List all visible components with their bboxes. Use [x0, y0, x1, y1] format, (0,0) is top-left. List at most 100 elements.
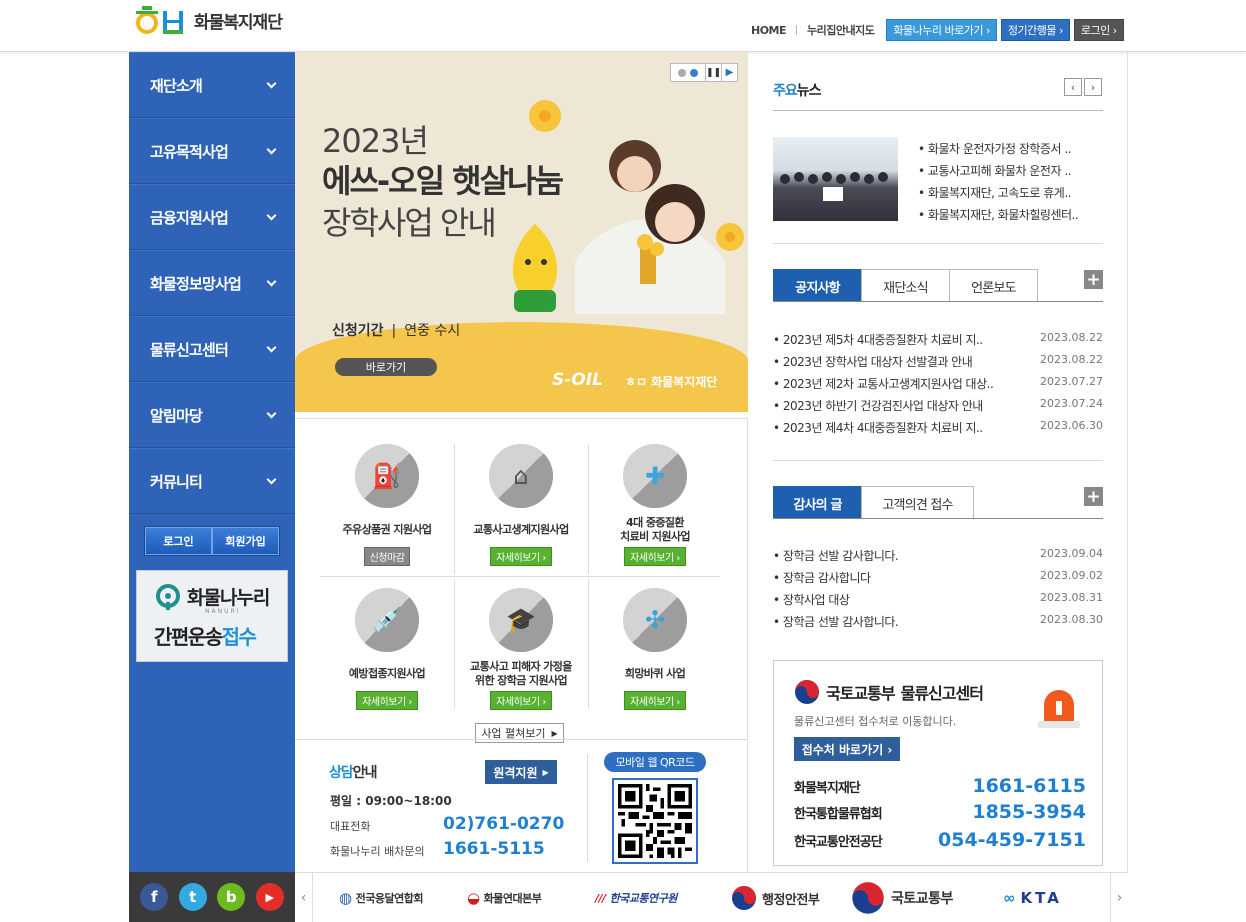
notice-row[interactable]: • 2023년 제2차 교통사고생계지원사업 대상.. 2023.07.27	[773, 375, 1103, 392]
sidebar-item-finance[interactable]: 금융지원사업	[129, 184, 295, 250]
nanuri-caption-accent: 접수	[221, 625, 257, 649]
business-item-accident-living[interactable]: ⌂ 교통사고생계지원사업 자세히보기 ›	[454, 444, 588, 577]
tab-press[interactable]: 언론보도	[949, 269, 1038, 302]
news-photo[interactable]	[773, 137, 898, 221]
partner-logo[interactable]: 행정안전부	[731, 881, 820, 915]
thanks-row[interactable]: • 장학금 선발 감사합니다. 2023.08.30	[773, 613, 1103, 630]
sidebar-item-label: 화물정보망사업	[150, 274, 242, 293]
notice-row[interactable]: • 2023년 하반기 건강검진사업 대상자 안내 2023.07.24	[773, 397, 1103, 414]
facebook-icon[interactable]: f	[140, 883, 169, 911]
flower-icon	[716, 223, 744, 251]
details-button[interactable]: 자세히보기 ›	[624, 547, 686, 566]
sidebar-item-community[interactable]: 커뮤니티	[129, 448, 295, 514]
qr-code-icon	[612, 778, 698, 864]
details-button[interactable]: 자세히보기 ›	[490, 547, 552, 566]
banner-go-button[interactable]: 바로가기	[335, 358, 437, 376]
thanks-row[interactable]: • 장학금 선발 감사합니다. 2023.09.04	[773, 547, 1103, 564]
sidebar-item-purpose-business[interactable]: 고유목적사업	[129, 118, 295, 184]
partner-logo-icon: ∞	[1003, 889, 1019, 907]
banner-dot-1[interactable]	[678, 68, 686, 77]
business-item-scholarship[interactable]: 🎓 교통사고 피해자 가정을 위한 장학금 지원사업 자세히보기 ›	[454, 588, 588, 721]
partner-logo-text: KTA	[1020, 889, 1062, 907]
partner-logo[interactable]: 국토교통부	[851, 881, 953, 915]
partner-logo-icon: ◍	[339, 889, 352, 907]
twitter-icon[interactable]: t	[178, 883, 207, 911]
notice-row[interactable]: • 2023년 장학사업 대상자 선발결과 안내 2023.08.22	[773, 353, 1103, 370]
sidebar-item-notice[interactable]: 알림마당	[129, 382, 295, 448]
nanuri-shortcut-button[interactable]: 화물나누리 바로가기 ›	[886, 19, 997, 41]
youtube-icon[interactable]: ▶	[255, 883, 284, 911]
news-next-icon[interactable]: ›	[1084, 78, 1102, 96]
nanuri-logo-icon	[156, 583, 180, 610]
join-button[interactable]: 회원가입	[212, 527, 279, 555]
nanuri-banner[interactable]: 화물나누리 NANURI 간편운송접수	[136, 570, 288, 662]
notice-underline	[773, 301, 1103, 302]
tab-foundation-news[interactable]: 재단소식	[861, 269, 950, 302]
partner-logo[interactable]: ∞ KTA	[1003, 881, 1062, 915]
closed-button[interactable]: 신청마감	[363, 547, 411, 566]
partner-logo[interactable]: ◍ 전국응달연합회	[339, 881, 423, 915]
news-item[interactable]: • 화물복지재단, 고속도로 휴게..	[918, 184, 1071, 201]
main-banner[interactable]: ❚❚ ▶ 2023년 에쓰-오일 햇살나눔 장학사업 안내 신청기간 | 연중 수시…	[295, 52, 748, 412]
partner-prev-icon[interactable]: ‹	[295, 873, 313, 922]
site-logo[interactable]: 화물복지재단	[132, 4, 283, 36]
consult-hours: 평일 : 09:00~18:00	[330, 794, 452, 808]
news-prev-icon[interactable]: ‹	[1064, 78, 1082, 96]
banner-dot-2[interactable]	[690, 68, 698, 77]
notice-date: 2023.07.24	[1040, 397, 1103, 410]
partner-logo[interactable]: ◒ 화물연대본부	[467, 881, 542, 915]
notice-more-icon[interactable]: +	[1084, 270, 1103, 290]
business-item-hope-wheel[interactable]: ✣ 희망바퀴 사업 자세히보기 ›	[588, 588, 722, 721]
soil-logo: S-OIL	[552, 370, 603, 390]
logo-mark-icon: ㅎㅁ	[625, 375, 648, 389]
period-value: 연중 수시	[404, 323, 461, 339]
banner-controls: ❚❚ ▶	[670, 63, 738, 82]
partner-next-icon[interactable]: ›	[1110, 873, 1128, 922]
business-item-disease-treatment[interactable]: ✚ 4대 중증질환 치료비 지원사업 자세히보기 ›	[588, 444, 722, 577]
thanks-more-icon[interactable]: +	[1084, 487, 1103, 507]
notice-row[interactable]: • 2023년 제5차 4대중증질환자 치료비 지.. 2023.08.22	[773, 331, 1103, 348]
news-title-accent: 주요	[773, 83, 798, 99]
business-item-fuel-voucher[interactable]: ⛽ 주유상품권 지원사업 신청마감	[320, 444, 454, 577]
play-icon[interactable]: ▶	[722, 63, 738, 82]
home-link[interactable]: HOME	[751, 24, 787, 37]
pause-icon[interactable]: ❚❚	[706, 63, 722, 82]
partner-logo[interactable]: ///한국교통연구원	[595, 881, 677, 915]
tab-customer-opinion[interactable]: 고객의견 접수	[861, 486, 974, 519]
business-item-vaccination[interactable]: 💉 예방접종지원사업 자세히보기 ›	[320, 588, 454, 721]
sidebar-item-report-center[interactable]: 물류신고센터	[129, 316, 295, 382]
thanks-row[interactable]: • 장학금 감사합니다 2023.09.02	[773, 569, 1103, 586]
sitemap-link[interactable]: 누리집안내지도	[807, 22, 875, 38]
banner-pagination[interactable]	[670, 63, 706, 82]
thanks-title: • 장학금 선발 감사합니다.	[773, 549, 899, 563]
nanuri-title-text: 화물나누리	[187, 587, 270, 609]
notice-row[interactable]: • 2023년 제4차 4대중증질환자 치료비 지.. 2023.06.30	[773, 419, 1103, 436]
news-item[interactable]: • 교통사고피해 화물차 운전자 ..	[918, 162, 1071, 179]
blog-icon[interactable]: b	[217, 883, 246, 911]
thanks-date: 2023.09.02	[1040, 569, 1103, 582]
publications-button[interactable]: 정기간행물 ›	[1000, 19, 1070, 41]
syringe-icon: 💉	[355, 588, 419, 652]
tab-notice[interactable]: 공지사항	[773, 269, 862, 302]
flower-icon	[529, 100, 561, 132]
details-button[interactable]: 자세히보기 ›	[356, 691, 418, 710]
login-top-button[interactable]: 로그인 ›	[1073, 19, 1124, 41]
details-button[interactable]: 자세히보기 ›	[490, 691, 552, 710]
dispatch-phone-label: 화물나누리 배차문의	[330, 845, 425, 858]
government-emblem-icon	[732, 886, 756, 910]
banner-period: 신청기간 | 연중 수시	[332, 320, 460, 340]
notice-tabs: 공지사항 재단소식 언론보도	[773, 269, 1038, 302]
sidebar-item-label: 고유목적사업	[150, 142, 229, 161]
remote-support-button[interactable]: 원격지원 ▶	[485, 760, 557, 784]
tab-thanks[interactable]: 감사의 글	[773, 486, 862, 519]
details-button[interactable]: 자세히보기 ›	[624, 691, 686, 710]
report-go-button[interactable]: 접수처 바로가기 ›	[794, 737, 900, 761]
report-heading: 국토교통부 물류신고센터	[794, 679, 984, 705]
login-button[interactable]: 로그인	[145, 527, 212, 555]
news-item[interactable]: • 화물복지재단, 화물차힐링센터..	[918, 206, 1079, 223]
sidebar-item-info-network[interactable]: 화물정보망사업	[129, 250, 295, 316]
sidebar-item-foundation[interactable]: 재단소개	[129, 52, 295, 118]
news-item[interactable]: • 화물차 운전자가정 장학증서 ..	[918, 140, 1071, 157]
group-photo-icon	[780, 172, 888, 201]
thanks-row[interactable]: • 장학사업 대상 2023.08.31	[773, 591, 1103, 608]
